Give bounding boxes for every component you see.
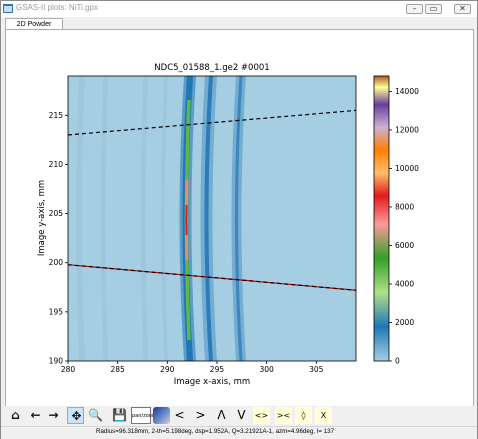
image-area[interactable] <box>67 75 357 362</box>
x-tick-label: 295 <box>210 365 225 374</box>
status-text: Radius=96.318mm, 2-th=5.198deg, dsp=1.95… <box>96 428 335 435</box>
minimize-button[interactable]: – <box>406 4 423 14</box>
y-tick-label: 215 <box>49 111 64 120</box>
colorbar-ticks: 0 2000 4000 6000 8000 10000 12000 14000 <box>389 87 419 366</box>
background-band-1 <box>76 76 85 361</box>
toolbar: ⌂ ← → ✥ 🔍 💾 pan/zoom < > Λ V <> >< ◊ X <box>5 406 474 426</box>
x-tick-label: 305 <box>309 365 324 374</box>
chevron-right-icon: > <box>195 408 206 422</box>
home-icon: ⌂ <box>11 408 20 422</box>
title-bar[interactable]: GSAS-II plots: NiTi.gpx – ▭ ✕ <box>1 1 477 17</box>
plot-panel: NDC5_01588_1.ge2 #0001 280 285 290 295 3… <box>5 29 474 407</box>
app-window: GSAS-II plots: NiTi.gpx – ▭ ✕ 2D Powder … <box>0 0 478 439</box>
colorbar-tick-label: 0 <box>395 357 400 366</box>
y-tick-label: 195 <box>49 307 64 316</box>
move-icon: ✥ <box>71 409 82 423</box>
contract-h-icon: >< <box>275 407 292 424</box>
expand-vertical-button[interactable]: ◊ <box>295 407 312 424</box>
x-tick-label: 300 <box>259 365 274 374</box>
maximize-icon: ▭ <box>429 4 438 13</box>
y-tick-label: 200 <box>49 258 64 267</box>
x-tick-label: 285 <box>110 365 125 374</box>
forward-button[interactable]: → <box>45 407 62 424</box>
expand-h-icon: <> <box>253 407 270 424</box>
y-axis-label: Image y-axis, mm <box>37 180 47 256</box>
contract-horizontal-button[interactable]: >< <box>275 407 292 424</box>
shift-up-button[interactable]: Λ <box>213 407 230 424</box>
palette-button[interactable] <box>153 407 170 424</box>
app-icon <box>3 4 13 13</box>
x-tick-label: 290 <box>160 365 175 374</box>
expand-horizontal-button[interactable]: <> <box>253 407 270 424</box>
colorbar-tick-label: 10000 <box>395 164 419 173</box>
window-title: GSAS-II plots: NiTi.gpx <box>16 3 98 12</box>
expand-v-icon: ◊ <box>295 407 312 424</box>
chevron-down-icon: V <box>237 408 246 422</box>
status-bar: Radius=96.318mm, 2-th=5.198deg, dsp=1.95… <box>1 426 477 439</box>
arrow-right-icon: → <box>48 408 59 422</box>
minimize-icon: – <box>412 4 417 13</box>
y-axis-ticks: 190 195 200 205 210 215 <box>49 111 68 366</box>
colorbar-tick-label: 2000 <box>395 318 414 327</box>
y-tick-label: 210 <box>49 160 64 169</box>
y-tick-label: 190 <box>49 357 64 366</box>
magnifier-icon: 🔍 <box>88 408 103 422</box>
chevron-left-icon: < <box>174 408 185 422</box>
colorbar-gradient <box>373 75 390 362</box>
arrow-left-icon: ← <box>30 408 41 422</box>
x-axis-ticks: 280 285 290 295 300 305 <box>61 361 324 374</box>
x-axis-label: Image x-axis, mm <box>174 377 250 387</box>
zoom-button[interactable]: 🔍 <box>87 407 104 424</box>
x-tick-label: 280 <box>61 365 76 374</box>
colorbar-tick-label: 14000 <box>395 87 419 96</box>
pan-zoom-icon: pan/zoom <box>131 407 157 424</box>
home-button[interactable]: ⌂ <box>7 407 24 424</box>
pan-button[interactable]: ✥ <box>67 407 84 424</box>
colorbar: 0 2000 4000 6000 8000 10000 12000 14000 <box>373 75 419 366</box>
figure[interactable]: NDC5_01588_1.ge2 #0001 280 285 290 295 3… <box>6 30 473 406</box>
colorbar-tick-label: 8000 <box>395 202 414 211</box>
y-tick-label: 205 <box>49 209 64 218</box>
shift-right-button[interactable]: > <box>192 407 209 424</box>
colorbar-tick-label: 4000 <box>395 279 414 288</box>
shift-down-button[interactable]: V <box>233 407 250 424</box>
palette-icon <box>153 407 170 424</box>
shift-left-button[interactable]: < <box>171 407 188 424</box>
back-button[interactable]: ← <box>27 407 44 424</box>
colorbar-tick-label: 6000 <box>395 241 414 250</box>
plot-title: NDC5_01588_1.ge2 #0001 <box>154 63 269 73</box>
colorbar-tick-label: 12000 <box>395 125 419 134</box>
save-button[interactable]: 💾 <box>111 407 128 424</box>
close-icon: ✕ <box>459 4 466 13</box>
contract-v-icon: X <box>315 407 332 424</box>
pan-zoom-button[interactable]: pan/zoom <box>131 407 157 424</box>
maximize-button[interactable]: ▭ <box>425 4 442 14</box>
close-button[interactable]: ✕ <box>454 4 471 14</box>
chevron-up-icon: Λ <box>217 408 226 422</box>
floppy-icon: 💾 <box>112 408 127 422</box>
contract-vertical-button[interactable]: X <box>315 407 332 424</box>
